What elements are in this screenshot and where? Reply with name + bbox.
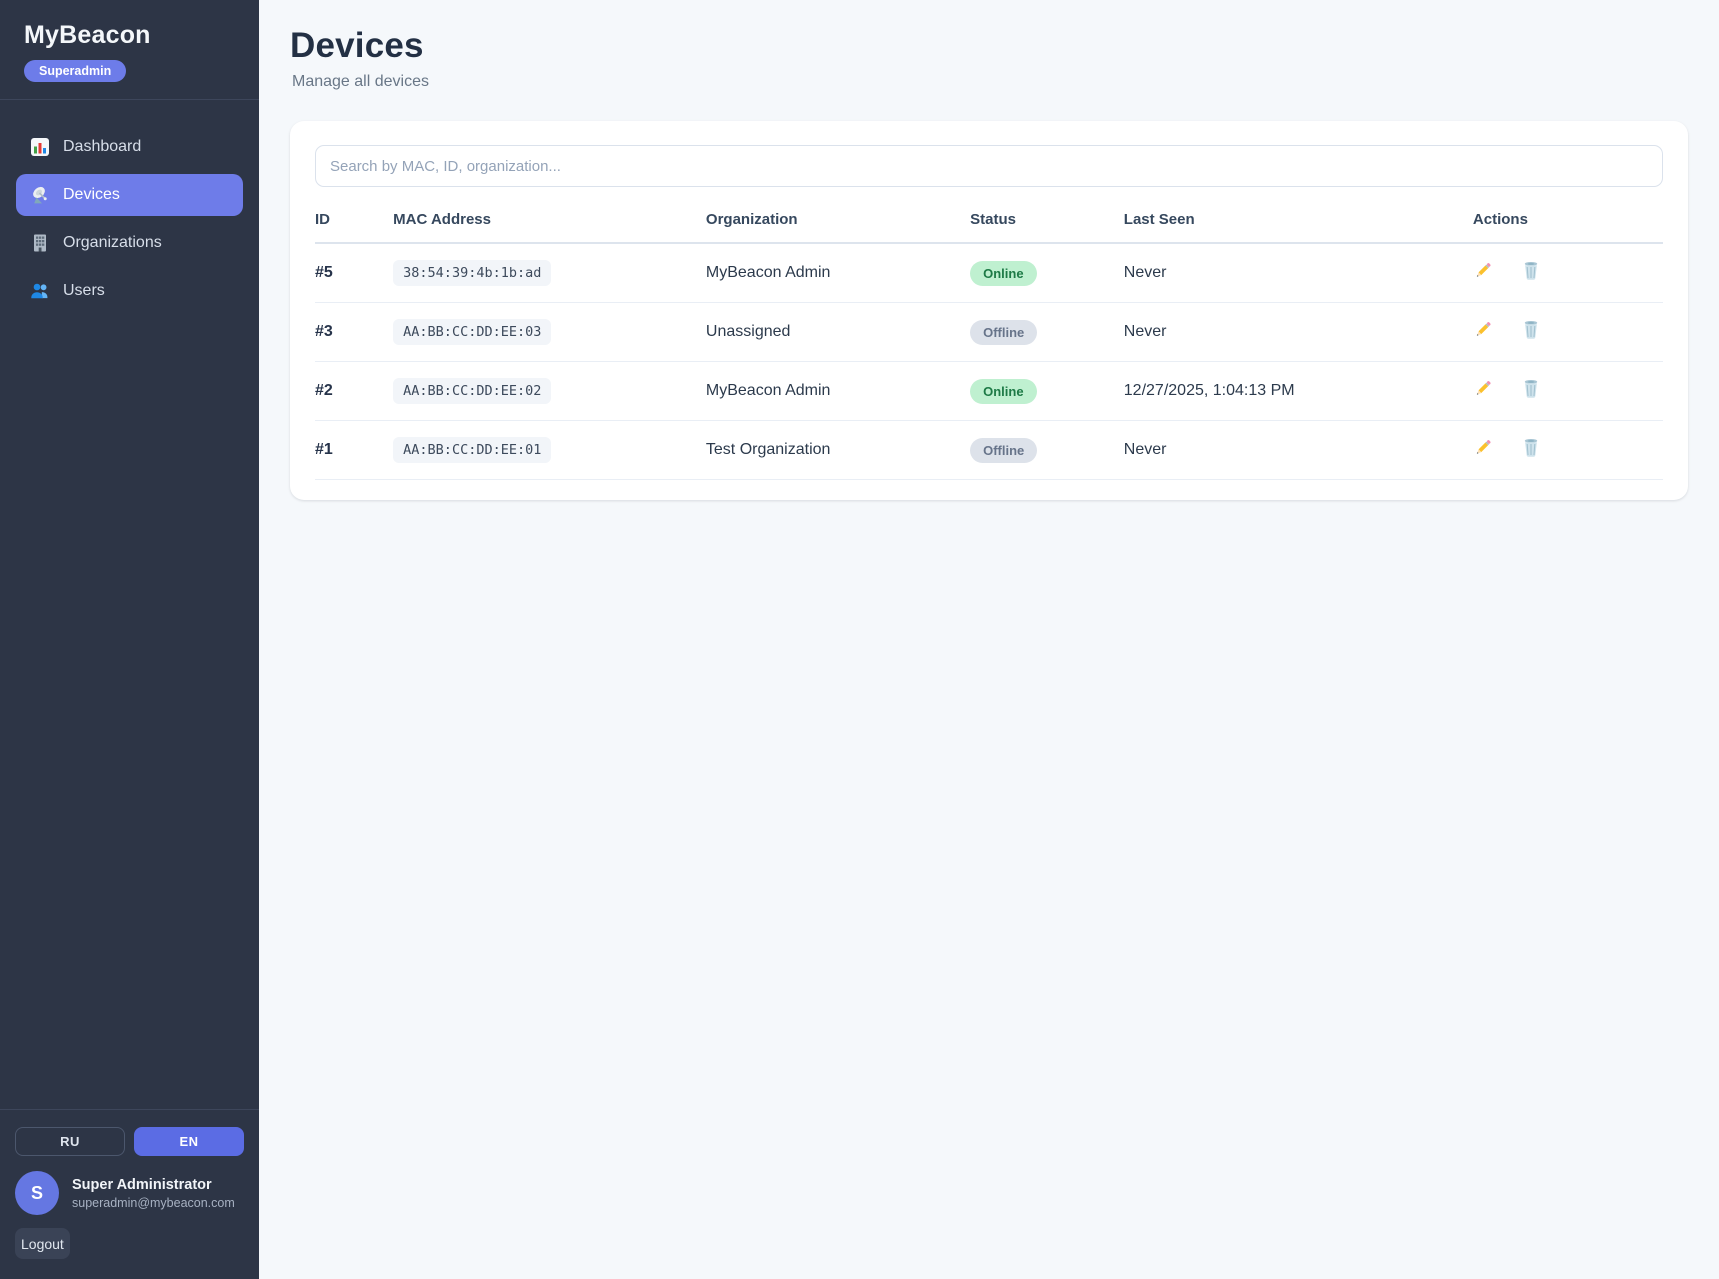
device-organization: MyBeacon Admin xyxy=(706,362,970,421)
lang-ru-button[interactable]: RU xyxy=(15,1127,125,1156)
users-icon xyxy=(30,281,50,301)
page-subtitle: Manage all devices xyxy=(292,73,1688,91)
sidebar-bottom: RU EN S Super Administrator superadmin@m… xyxy=(0,1109,259,1279)
delete-device-button[interactable] xyxy=(1521,319,1541,339)
delete-device-button[interactable] xyxy=(1521,437,1541,457)
device-last-seen: Never xyxy=(1124,243,1473,303)
device-id: #1 xyxy=(315,421,393,480)
trash-icon xyxy=(1521,319,1541,339)
table-row: #1 AA:BB:CC:DD:EE:01 Test Organization O… xyxy=(315,421,1663,480)
user-email: superadmin@mybeacon.com xyxy=(72,1196,235,1210)
language-switcher: RU EN xyxy=(0,1110,259,1156)
devices-table: ID MAC Address Organization Status Last … xyxy=(315,211,1663,480)
device-mac: AA:BB:CC:DD:EE:03 xyxy=(393,319,551,345)
status-badge: Offline xyxy=(970,320,1037,345)
trash-icon xyxy=(1521,260,1541,280)
sidebar-item-organizations[interactable]: Organizations xyxy=(16,222,243,264)
sidebar-item-label: Devices xyxy=(63,186,120,204)
pencil-icon xyxy=(1473,260,1493,280)
app-title: MyBeacon xyxy=(24,21,235,50)
edit-device-button[interactable] xyxy=(1473,260,1493,280)
main-content: Devices Manage all devices ID MAC Addres… xyxy=(259,0,1719,1279)
edit-device-button[interactable] xyxy=(1473,437,1493,457)
sidebar-item-label: Users xyxy=(63,282,105,300)
device-organization: Test Organization xyxy=(706,421,970,480)
device-mac: AA:BB:CC:DD:EE:02 xyxy=(393,378,551,404)
table-row: #2 AA:BB:CC:DD:EE:02 MyBeacon Admin Onli… xyxy=(315,362,1663,421)
devices-card: ID MAC Address Organization Status Last … xyxy=(290,121,1688,500)
trash-icon xyxy=(1521,437,1541,457)
sidebar: MyBeacon Superadmin Dashboard Devices xyxy=(0,0,259,1279)
pencil-icon xyxy=(1473,378,1493,398)
device-last-seen: Never xyxy=(1124,421,1473,480)
satellite-icon xyxy=(30,185,50,205)
user-info: S Super Administrator superadmin@mybeaco… xyxy=(0,1156,259,1215)
column-header-mac: MAC Address xyxy=(393,211,706,243)
table-header-row: ID MAC Address Organization Status Last … xyxy=(315,211,1663,243)
delete-device-button[interactable] xyxy=(1521,260,1541,280)
column-header-actions: Actions xyxy=(1473,211,1663,243)
device-mac: AA:BB:CC:DD:EE:01 xyxy=(393,437,551,463)
bar-chart-icon xyxy=(30,137,50,157)
status-badge: Online xyxy=(970,379,1036,404)
sidebar-item-devices[interactable]: Devices xyxy=(16,174,243,216)
building-icon xyxy=(30,233,50,253)
device-last-seen: 12/27/2025, 1:04:13 PM xyxy=(1124,362,1473,421)
device-organization: MyBeacon Admin xyxy=(706,243,970,303)
lang-en-button[interactable]: EN xyxy=(134,1127,244,1156)
search-input[interactable] xyxy=(315,145,1663,187)
brand: MyBeacon Superadmin xyxy=(0,0,259,99)
column-header-last-seen: Last Seen xyxy=(1124,211,1473,243)
sidebar-item-label: Organizations xyxy=(63,234,162,252)
status-badge: Online xyxy=(970,261,1036,286)
device-id: #3 xyxy=(315,303,393,362)
column-header-id: ID xyxy=(315,211,393,243)
edit-device-button[interactable] xyxy=(1473,319,1493,339)
page-title: Devices xyxy=(290,26,1688,66)
role-badge: Superadmin xyxy=(24,60,126,82)
app-root: MyBeacon Superadmin Dashboard Devices xyxy=(0,0,1719,1279)
device-mac: 38:54:39:4b:1b:ad xyxy=(393,260,551,286)
column-header-organization: Organization xyxy=(706,211,970,243)
column-header-status: Status xyxy=(970,211,1124,243)
delete-device-button[interactable] xyxy=(1521,378,1541,398)
sidebar-nav: Dashboard Devices Organizations Users xyxy=(0,100,259,328)
logout-button[interactable]: Logout xyxy=(15,1228,70,1259)
sidebar-item-dashboard[interactable]: Dashboard xyxy=(16,126,243,168)
device-last-seen: Never xyxy=(1124,303,1473,362)
status-badge: Offline xyxy=(970,438,1037,463)
sidebar-item-users[interactable]: Users xyxy=(16,270,243,312)
device-organization: Unassigned xyxy=(706,303,970,362)
avatar: S xyxy=(15,1171,59,1215)
table-row: #5 38:54:39:4b:1b:ad MyBeacon Admin Onli… xyxy=(315,243,1663,303)
trash-icon xyxy=(1521,378,1541,398)
table-body: #5 38:54:39:4b:1b:ad MyBeacon Admin Onli… xyxy=(315,243,1663,480)
edit-device-button[interactable] xyxy=(1473,378,1493,398)
user-name: Super Administrator xyxy=(72,1177,235,1193)
pencil-icon xyxy=(1473,319,1493,339)
pencil-icon xyxy=(1473,437,1493,457)
device-id: #5 xyxy=(315,243,393,303)
sidebar-item-label: Dashboard xyxy=(63,138,141,156)
device-id: #2 xyxy=(315,362,393,421)
table-row: #3 AA:BB:CC:DD:EE:03 Unassigned Offline … xyxy=(315,303,1663,362)
